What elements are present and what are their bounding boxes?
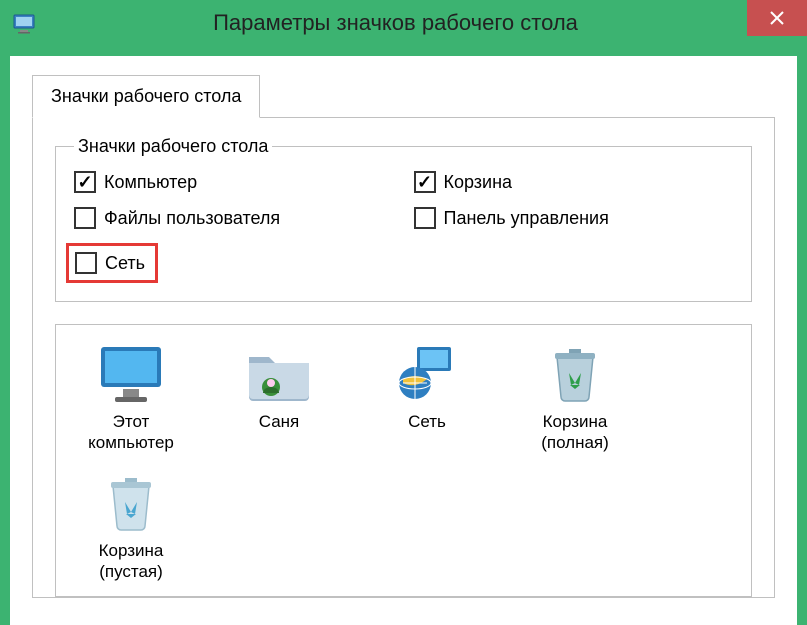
close-button[interactable] bbox=[747, 0, 807, 36]
icon-item-bin-full[interactable]: Корзина (полная) bbox=[510, 339, 640, 458]
checkbox-user-files[interactable]: Файлы пользователя bbox=[74, 207, 394, 229]
icon-item-bin-empty[interactable]: Корзина (пустая) bbox=[66, 468, 196, 587]
checkbox-label: Сеть bbox=[105, 253, 145, 274]
recycle-bin-empty-icon bbox=[95, 472, 167, 534]
icon-label: Этот компьютер bbox=[70, 411, 192, 454]
user-folder-icon bbox=[243, 343, 315, 405]
checkbox-control-panel[interactable]: Панель управления bbox=[414, 207, 734, 229]
recycle-bin-full-icon bbox=[539, 343, 611, 405]
titlebar: Параметры значков рабочего стола bbox=[0, 0, 807, 46]
icon-label: Корзина (пустая) bbox=[70, 540, 192, 583]
checkbox-icon bbox=[75, 252, 97, 274]
icon-label: Саня bbox=[259, 411, 300, 432]
window-icon bbox=[12, 11, 36, 35]
checkbox-label: Панель управления bbox=[444, 208, 609, 229]
checkbox-icon bbox=[414, 207, 436, 229]
dialog-window: Параметры значков рабочего стола Значки … bbox=[0, 0, 807, 625]
checkbox-recycle-bin[interactable]: Корзина bbox=[414, 171, 734, 193]
icon-label: Сеть bbox=[408, 411, 446, 432]
checkbox-computer[interactable]: Компьютер bbox=[74, 171, 394, 193]
tab-strip: Значки рабочего стола bbox=[32, 74, 775, 117]
checkbox-icon bbox=[74, 171, 96, 193]
checkbox-label: Компьютер bbox=[104, 172, 197, 193]
tab-panel: Значки рабочего стола Компьютер Корзина … bbox=[32, 117, 775, 598]
icon-item-this-pc[interactable]: Этот компьютер bbox=[66, 339, 196, 458]
checkbox-icon bbox=[414, 171, 436, 193]
window-title: Параметры значков рабочего стола bbox=[44, 10, 807, 36]
dialog-content: Значки рабочего стола Значки рабочего ст… bbox=[10, 56, 797, 625]
monitor-icon bbox=[95, 343, 167, 405]
checkbox-network[interactable]: Сеть bbox=[75, 252, 145, 274]
checkbox-label: Файлы пользователя bbox=[104, 208, 280, 229]
desktop-icons-group: Значки рабочего стола Компьютер Корзина … bbox=[55, 136, 752, 302]
icon-preview-panel: Этот компьютер Саня bbox=[55, 324, 752, 597]
close-icon bbox=[770, 11, 784, 25]
checkbox-grid: Компьютер Корзина Файлы пользователя Пан… bbox=[74, 171, 733, 283]
checkbox-icon bbox=[74, 207, 96, 229]
highlight-annotation: Сеть bbox=[74, 243, 394, 283]
icon-label: Корзина (полная) bbox=[514, 411, 636, 454]
tab-desktop-icons[interactable]: Значки рабочего стола bbox=[32, 75, 260, 118]
icon-grid: Этот компьютер Саня bbox=[66, 339, 741, 586]
icon-item-network[interactable]: Сеть bbox=[362, 339, 492, 458]
checkbox-label: Корзина bbox=[444, 172, 513, 193]
network-globe-icon bbox=[391, 343, 463, 405]
group-legend: Значки рабочего стола bbox=[74, 136, 272, 157]
icon-item-user[interactable]: Саня bbox=[214, 339, 344, 458]
